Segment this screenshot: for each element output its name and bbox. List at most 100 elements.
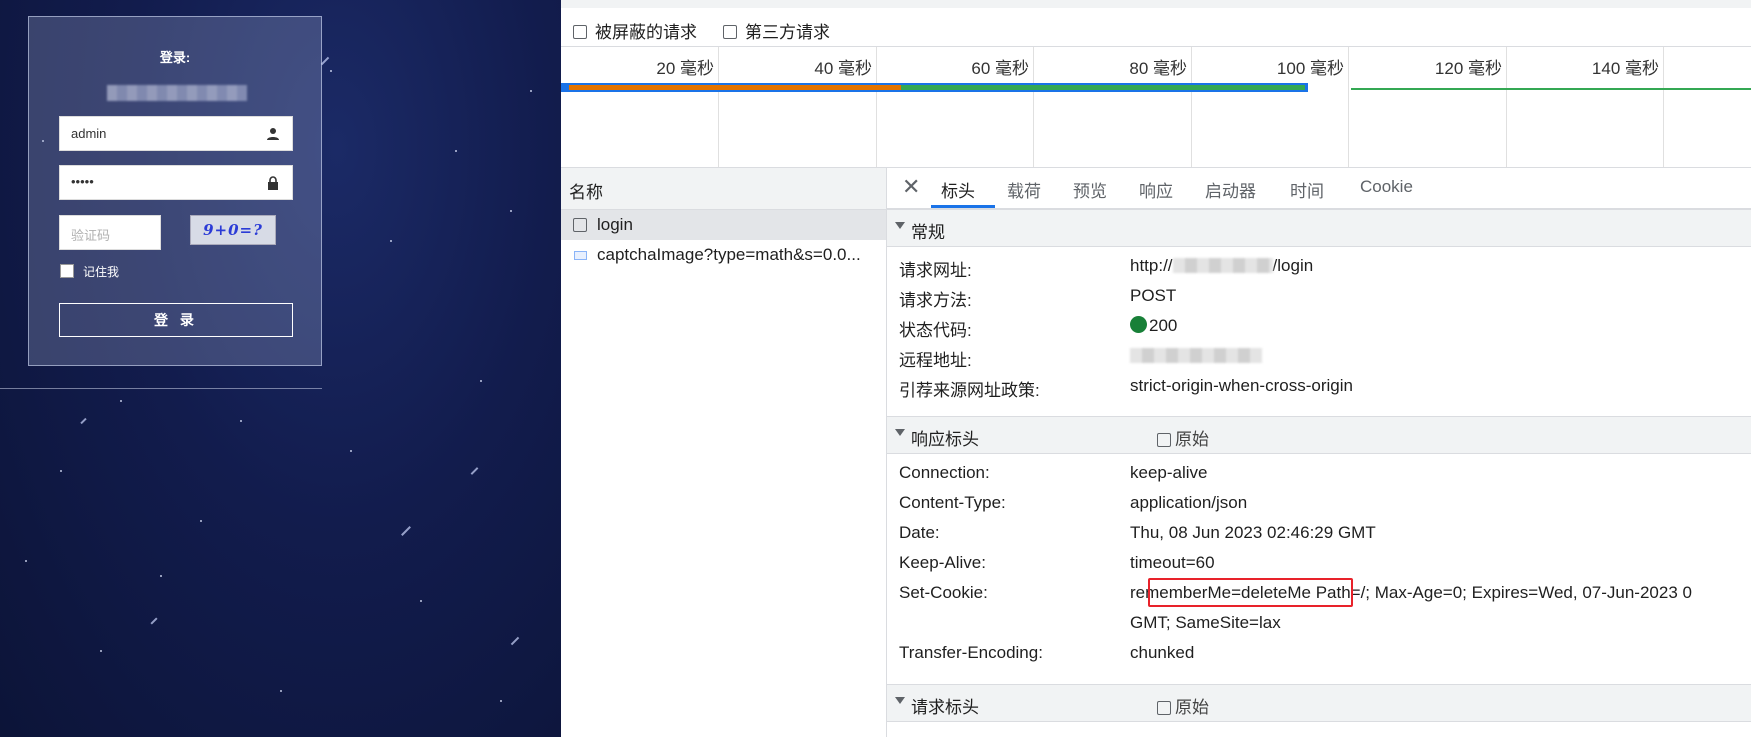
general-section-header[interactable]: 常规: [887, 209, 1751, 247]
tab-response[interactable]: 响应: [1139, 177, 1173, 202]
referrer-policy-row: 引荐来源网址政策: strict-origin-when-cross-origi…: [887, 372, 1751, 400]
blocked-requests-filter[interactable]: 被屏蔽的请求: [573, 18, 697, 43]
tab-payload[interactable]: 载荷: [1007, 177, 1041, 202]
name-header-label: 名称: [569, 183, 603, 202]
header-key: Connection:: [899, 463, 990, 482]
header-key: Transfer-Encoding:: [899, 643, 1043, 662]
set-cookie-continuation: GMT; SameSite=lax: [887, 609, 1751, 636]
expand-triangle-icon: [895, 697, 905, 704]
raw-checkbox[interactable]: [1157, 432, 1171, 447]
header-value: timeout=60: [1130, 553, 1215, 572]
tab-cookie[interactable]: Cookie: [1360, 177, 1413, 197]
tick-label: 60 毫秒: [971, 59, 1029, 78]
document-icon: [573, 218, 587, 232]
request-method-value: POST: [1130, 286, 1177, 305]
status-dot-icon: [1130, 316, 1147, 333]
status-code-value: 200: [1130, 316, 1177, 336]
response-raw-toggle[interactable]: 原始: [1157, 425, 1209, 450]
header-key: Set-Cookie:: [899, 583, 988, 602]
waterfall-download-segment: [901, 85, 1305, 90]
network-overview-timeline[interactable]: 20 毫秒 40 毫秒 60 毫秒 80 毫秒 100 毫秒 120 毫秒 14…: [561, 47, 1751, 168]
referrer-policy-label: 引荐来源网址政策:: [899, 381, 1040, 400]
status-code-label: 状态代码:: [899, 321, 972, 340]
header-value: application/json: [1130, 493, 1248, 512]
request-method-label: 请求方法:: [899, 291, 972, 310]
request-row-login[interactable]: login: [561, 210, 886, 240]
request-list: 名称 login captchaImage?type=math&s=0.0...: [561, 168, 887, 737]
tab-headers[interactable]: 标头: [941, 177, 975, 202]
tab-preview[interactable]: 预览: [1073, 177, 1107, 202]
filter-bar: 被屏蔽的请求 第三方请求: [561, 8, 1751, 47]
header-value: Thu, 08 Jun 2023 02:46:29 GMT: [1130, 523, 1376, 542]
request-url-value[interactable]: http:///login: [1130, 256, 1313, 276]
request-headers-title: 请求标头: [911, 698, 979, 717]
divider-line: [0, 388, 322, 389]
login-title: 登录:: [159, 50, 191, 65]
tick-line: [1348, 47, 1349, 167]
lock-icon: [268, 176, 278, 190]
request-row-captcha[interactable]: captchaImage?type=math&s=0.0...: [561, 240, 886, 270]
remember-me-checkbox[interactable]: [60, 264, 74, 278]
waterfall-bar-captcha: [1351, 88, 1751, 90]
remote-address-value: [1130, 346, 1262, 366]
tick-label: 80 毫秒: [1129, 59, 1187, 78]
third-party-filter[interactable]: 第三方请求: [723, 18, 830, 43]
tick-line: [1191, 47, 1192, 167]
request-headers-section-header[interactable]: 请求标头 原始: [887, 684, 1751, 722]
user-icon: [267, 128, 279, 140]
request-raw-toggle[interactable]: 原始: [1157, 693, 1209, 718]
tick-line: [1033, 47, 1034, 167]
request-url-label: 请求网址:: [899, 261, 972, 280]
header-key: Date:: [899, 523, 940, 542]
tick-label: 120 毫秒: [1434, 59, 1502, 78]
remote-address-label: 远程地址:: [899, 351, 972, 370]
username-input[interactable]: admin: [59, 116, 293, 151]
password-input[interactable]: •••••: [59, 165, 293, 200]
tick-label: 20 毫秒: [656, 59, 714, 78]
cookie-attributes: Path=/; Max-Age=0; Expires=Wed, 07-Jun-2…: [1315, 583, 1692, 602]
tick-line: [876, 47, 877, 167]
expand-triangle-icon: [895, 429, 905, 436]
name-column-header[interactable]: 名称: [561, 168, 886, 210]
login-page-background: 登录: admin ••••• 验证码 9+0=? 记住我 登 录: [0, 0, 561, 737]
devtools-network-panel: 被屏蔽的请求 第三方请求 20 毫秒 40 毫秒 60 毫秒 80 毫秒 100…: [561, 0, 1751, 737]
request-detail-pane: ✕ 标头 载荷 预览 响应 启动器 时间 Cookie 常规 请求网址: htt…: [887, 168, 1751, 737]
third-party-checkbox[interactable]: [723, 24, 737, 39]
third-party-label: 第三方请求: [745, 23, 830, 42]
request-name: captchaImage?type=math&s=0.0...: [597, 245, 861, 264]
header-key: Content-Type:: [899, 493, 1006, 512]
header-value: keep-alive: [1130, 463, 1208, 482]
status-code-row: 状态代码: 200: [887, 312, 1751, 340]
remember-me-label: 记住我: [83, 265, 120, 279]
blocked-requests-checkbox[interactable]: [573, 24, 587, 39]
header-row: Connection: keep-alive: [887, 459, 1751, 486]
blurred-address: [1130, 348, 1262, 363]
header-row: Date: Thu, 08 Jun 2023 02:46:29 GMT: [887, 519, 1751, 546]
blocked-requests-label: 被屏蔽的请求: [595, 23, 697, 42]
tick-line: [1506, 47, 1507, 167]
login-button[interactable]: 登 录: [59, 303, 293, 337]
image-icon: [574, 251, 587, 260]
blurred-subtitle: [107, 85, 247, 101]
tick-label: 40 毫秒: [814, 59, 872, 78]
tab-timing[interactable]: 时间: [1290, 177, 1324, 202]
captcha-image[interactable]: 9+0=?: [190, 215, 276, 245]
header-row: Content-Type: application/json: [887, 489, 1751, 516]
tick-line: [1663, 47, 1664, 167]
header-row: Transfer-Encoding: chunked: [887, 639, 1751, 666]
tick-line: [718, 47, 719, 167]
request-method-row: 请求方法: POST: [887, 282, 1751, 310]
request-name: login: [597, 215, 633, 234]
raw-checkbox[interactable]: [1157, 700, 1171, 715]
annotation-highlight-box: [1148, 578, 1353, 607]
response-headers-title: 响应标头: [911, 430, 979, 449]
general-title: 常规: [911, 223, 945, 242]
expand-triangle-icon: [895, 222, 905, 229]
captcha-input[interactable]: 验证码: [59, 215, 161, 250]
close-icon[interactable]: ✕: [902, 174, 920, 200]
captcha-placeholder: 验证码: [71, 228, 111, 243]
tab-initiator[interactable]: 启动器: [1205, 177, 1256, 202]
response-headers-section-header[interactable]: 响应标头 原始: [887, 416, 1751, 454]
username-value: admin: [71, 126, 107, 141]
active-tab-indicator: [931, 205, 995, 208]
